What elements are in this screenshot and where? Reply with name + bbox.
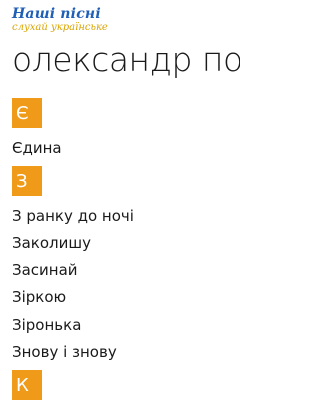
- song-item[interactable]: Знову і знову: [12, 343, 117, 361]
- page-title: олександр пономарьов: [12, 40, 240, 79]
- group-letter: К: [16, 375, 29, 396]
- logo-title: Наші пісні: [12, 6, 101, 22]
- logo-tagline: слухай українське: [12, 22, 108, 33]
- app-logo: Наші пісні слухай українське: [12, 6, 142, 40]
- group-header-ye[interactable]: Є: [12, 98, 42, 128]
- song-item[interactable]: З ранку до ночі: [12, 207, 134, 225]
- group-letter: Є: [16, 103, 29, 124]
- song-item[interactable]: Засинай: [12, 261, 78, 279]
- page-title-container: олександр пономарьов: [0, 40, 240, 88]
- group-letter: З: [16, 171, 28, 192]
- song-item[interactable]: Зіронька: [12, 316, 81, 334]
- song-item[interactable]: Єдина: [12, 139, 62, 157]
- song-item[interactable]: Заколишу: [12, 234, 91, 252]
- group-header-k[interactable]: К: [12, 370, 42, 400]
- song-item[interactable]: Зіркою: [12, 288, 66, 306]
- group-header-z[interactable]: З: [12, 166, 42, 196]
